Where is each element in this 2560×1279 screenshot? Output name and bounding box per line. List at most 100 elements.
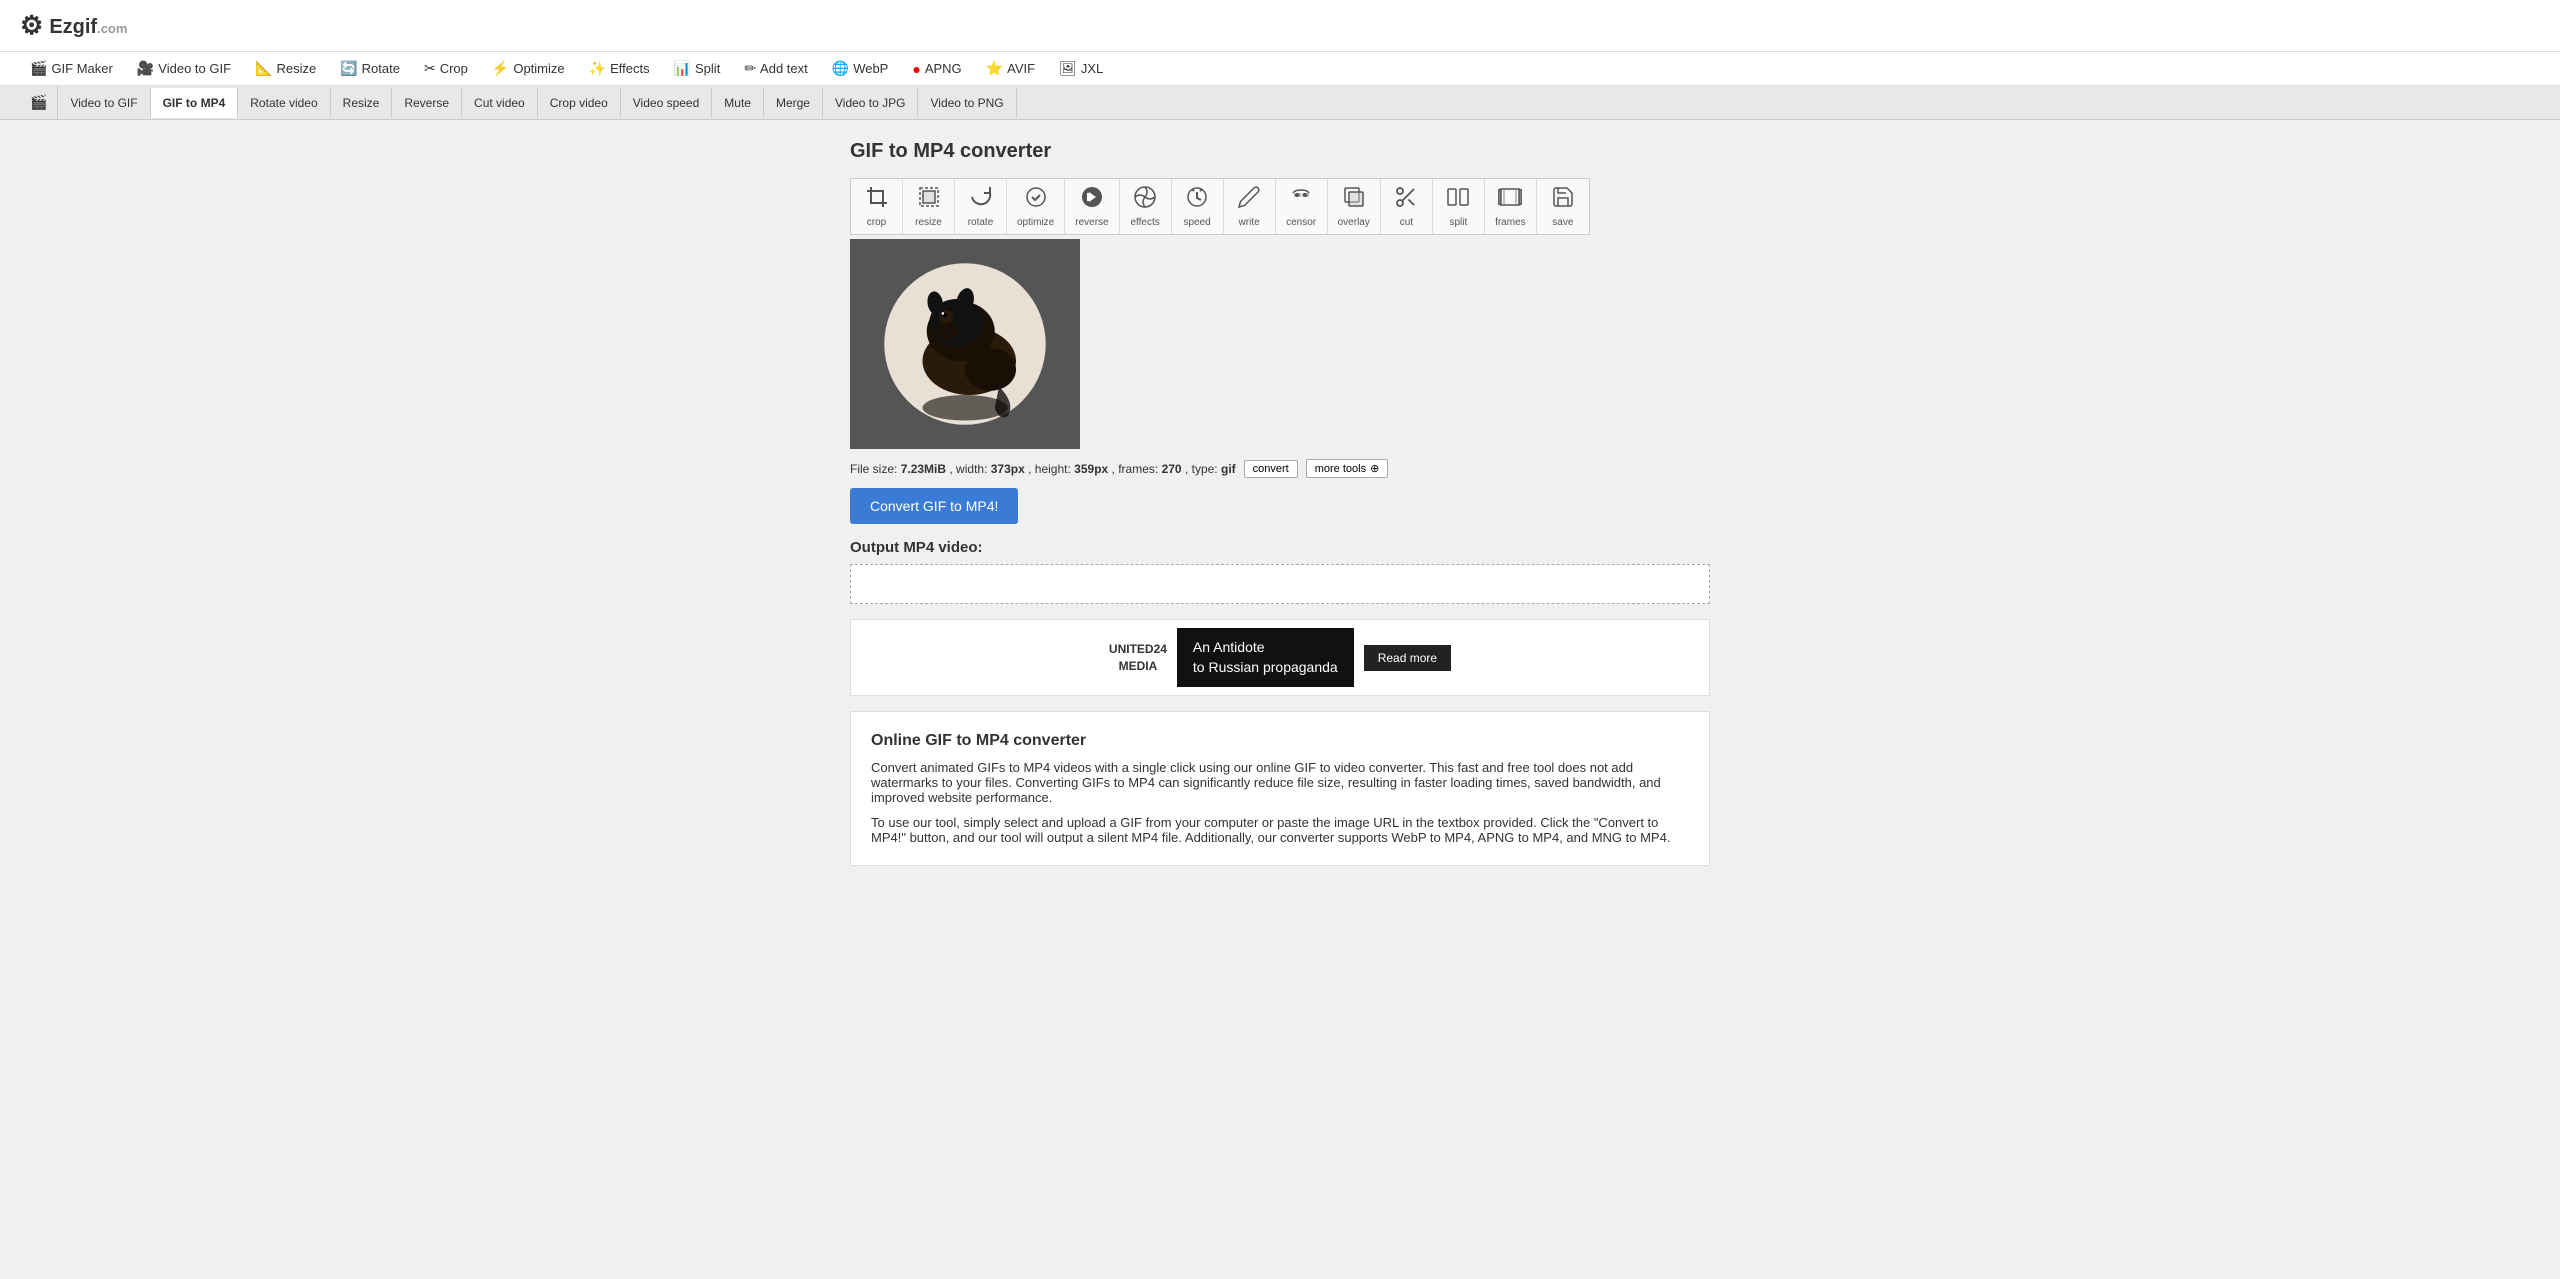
subnav-reverse[interactable]: Reverse	[392, 88, 462, 118]
write-tool-icon	[1237, 185, 1261, 215]
censor-tool-icon	[1289, 185, 1313, 215]
video-to-gif-icon: 🎥	[137, 60, 154, 77]
tool-speed[interactable]: speed	[1172, 179, 1224, 234]
censor-tool-label: censor	[1286, 217, 1316, 228]
overlay-tool-label: overlay	[1338, 217, 1370, 228]
effects-icon: ✨	[589, 60, 606, 77]
optimize-icon: ⚡	[492, 60, 509, 77]
reverse-tool-icon	[1080, 185, 1104, 215]
nav-effects[interactable]: ✨Effects	[579, 52, 660, 85]
subnav-gif-to-mp4[interactable]: GIF to MP4	[151, 88, 239, 118]
nav-crop[interactable]: ✂Crop	[414, 52, 478, 85]
tool-optimize[interactable]: optimize	[1007, 179, 1065, 234]
subnav-video-to-gif[interactable]: Video to GIF	[58, 88, 150, 118]
nav-resize[interactable]: 📐 Resize	[245, 52, 326, 85]
resize-tool-label: resize	[915, 217, 942, 228]
avif-icon: ⭐	[986, 60, 1003, 77]
tool-reverse[interactable]: reverse	[1065, 179, 1119, 234]
nav-rotate[interactable]: 🔄 Rotate	[330, 52, 410, 85]
resize-icon: 📐	[255, 60, 272, 77]
effects-tool-icon	[1133, 185, 1157, 215]
subnav-video-to-jpg[interactable]: Video to JPG	[823, 88, 919, 118]
page-title: GIF to MP4 converter	[850, 140, 1710, 163]
nav-webp[interactable]: 🌐WebP	[822, 52, 899, 85]
nav-jxl[interactable]: 🖼JXL	[1049, 52, 1113, 85]
description-paragraph-2: To use our tool, simply select and uploa…	[871, 815, 1689, 845]
nav-rotate-label: Rotate	[362, 61, 400, 76]
logo[interactable]: ⚙ Ezgif.com	[20, 10, 127, 41]
ad-text: An Antidoteto Russian propaganda	[1177, 628, 1354, 687]
speed-tool-icon	[1185, 185, 1209, 215]
logo-text: Ezgif.com	[49, 13, 127, 39]
cut-tool-label: cut	[1400, 217, 1413, 228]
save-tool-label: save	[1552, 217, 1573, 228]
nav-jxl-label: JXL	[1081, 61, 1103, 76]
rotate-tool-label: rotate	[968, 217, 994, 228]
tool-frames[interactable]: frames	[1485, 179, 1537, 234]
subnav-home-icon[interactable]: 🎬	[20, 86, 58, 119]
ad-logo: UNITED24MEDIA	[1109, 641, 1167, 675]
tool-write[interactable]: write	[1224, 179, 1276, 234]
tool-save[interactable]: save	[1537, 179, 1589, 234]
tool-overlay[interactable]: overlay	[1328, 179, 1381, 234]
nav-split[interactable]: 📊Split	[664, 52, 731, 85]
convert-small-button[interactable]: convert	[1244, 460, 1298, 478]
frames-label: , frames:	[1112, 462, 1159, 476]
subnav-crop-video[interactable]: Crop video	[538, 88, 621, 118]
apng-icon: ●	[912, 61, 920, 77]
subnav-mute[interactable]: Mute	[712, 88, 764, 118]
split-icon: 📊	[674, 60, 691, 77]
nav-gif-maker-label: GIF Maker	[51, 61, 112, 76]
file-size-prefix: File size:	[850, 462, 897, 476]
tool-censor[interactable]: censor	[1276, 179, 1328, 234]
tool-rotate[interactable]: rotate	[955, 179, 1007, 234]
nav-apng-label: APNG	[925, 61, 962, 76]
nav-add-text-label: Add text	[760, 61, 808, 76]
add-text-icon: ✏	[744, 60, 756, 77]
output-box	[850, 564, 1710, 604]
height-value: 359px	[1074, 462, 1108, 476]
nav-video-to-gif[interactable]: 🎥Video to GIF	[127, 52, 241, 85]
optimize-tool-label: optimize	[1017, 217, 1054, 228]
width-label: , width:	[949, 462, 987, 476]
file-size-value: 7.23MiB	[901, 462, 946, 476]
nav-avif[interactable]: ⭐AVIF	[976, 52, 1045, 85]
cut-tool-icon	[1394, 185, 1418, 215]
nav-optimize-label: Optimize	[513, 61, 564, 76]
ad-banner: UNITED24MEDIA An Antidoteto Russian prop…	[850, 619, 1710, 696]
nav-apng[interactable]: ● APNG	[902, 53, 971, 85]
subnav-video-to-png[interactable]: Video to PNG	[918, 88, 1016, 118]
description-title: Online GIF to MP4 converter	[871, 732, 1689, 750]
ad-read-more-button[interactable]: Read more	[1364, 645, 1451, 671]
tool-effects[interactable]: effects	[1120, 179, 1172, 234]
speed-tool-label: speed	[1183, 217, 1210, 228]
main-nav: 🎬GIF Maker 🎥Video to GIF 📐 Resize 🔄 Rotate…	[0, 52, 2560, 86]
webp-icon: 🌐	[832, 60, 849, 77]
tool-cut[interactable]: cut	[1381, 179, 1433, 234]
description-paragraph-1: Convert animated GIFs to MP4 videos with…	[871, 760, 1689, 805]
subnav-cut-video[interactable]: Cut video	[462, 88, 538, 118]
subnav-resize[interactable]: Resize	[331, 88, 393, 118]
tool-split[interactable]: split	[1433, 179, 1485, 234]
tool-crop[interactable]: crop	[851, 179, 903, 234]
rotate-icon: 🔄	[340, 60, 357, 77]
main-content: GIF to MP4 converter crop resize	[830, 140, 1730, 866]
nav-gif-maker[interactable]: 🎬GIF Maker	[20, 52, 123, 85]
width-value: 373px	[991, 462, 1025, 476]
subnav-video-speed[interactable]: Video speed	[621, 88, 713, 118]
more-tools-button[interactable]: more tools ⊕	[1306, 459, 1389, 478]
nav-resize-label: Resize	[276, 61, 316, 76]
logo-icon: ⚙	[20, 10, 43, 41]
subnav-rotate-video[interactable]: Rotate video	[238, 88, 330, 118]
frames-tool-icon	[1498, 185, 1522, 215]
gif-preview-container	[850, 239, 1080, 449]
reverse-tool-label: reverse	[1075, 217, 1108, 228]
tool-resize[interactable]: resize	[903, 179, 955, 234]
subnav-merge[interactable]: Merge	[764, 88, 823, 118]
more-tools-label: more tools	[1315, 463, 1366, 475]
split-tool-label: split	[1449, 217, 1467, 228]
file-info: File size: 7.23MiB , width: 373px , heig…	[850, 459, 1710, 478]
nav-optimize[interactable]: ⚡ Optimize	[482, 52, 575, 85]
convert-button[interactable]: Convert GIF to MP4!	[850, 488, 1018, 524]
nav-add-text[interactable]: ✏ Add text	[734, 52, 817, 85]
